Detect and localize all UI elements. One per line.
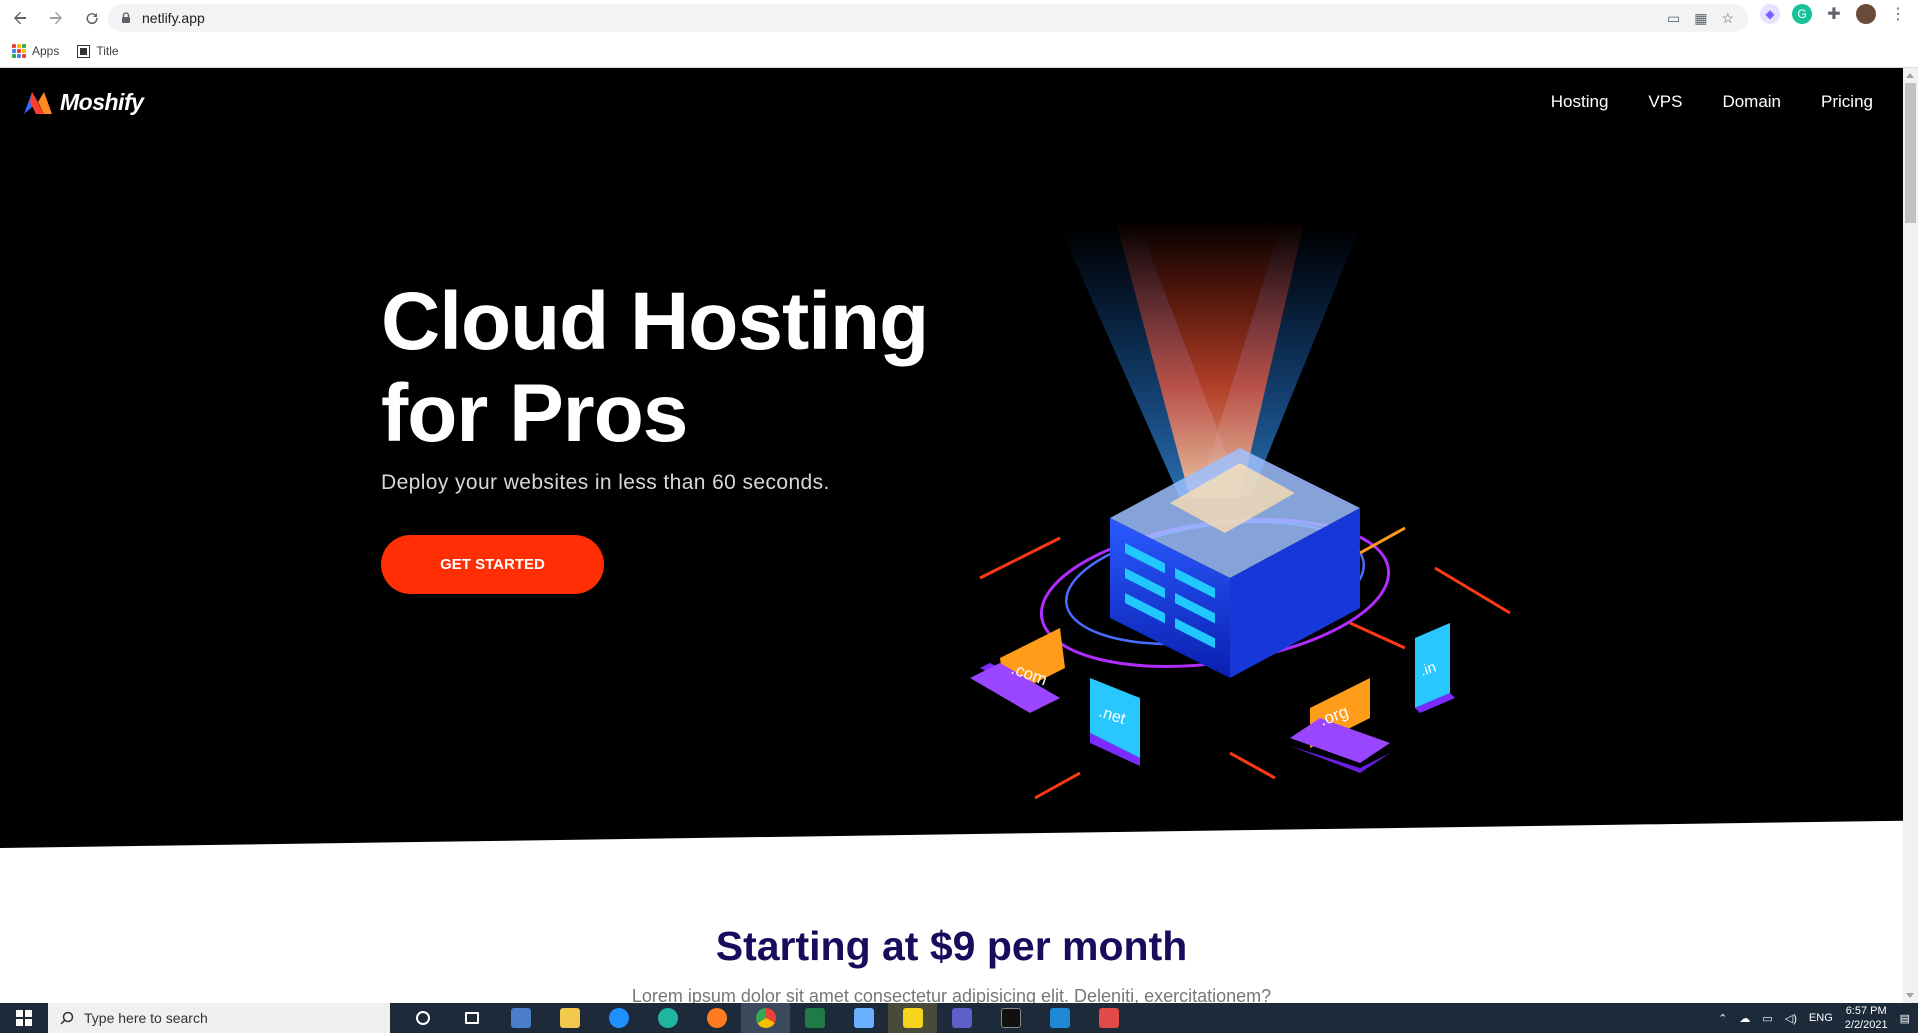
scroll-thumb[interactable] — [1905, 83, 1916, 223]
bookmark-title[interactable]: Title — [77, 44, 119, 58]
start-button[interactable] — [0, 1003, 48, 1033]
notepad-icon[interactable] — [839, 1003, 888, 1033]
streak — [1034, 771, 1081, 800]
file-explorer-icon[interactable] — [545, 1003, 594, 1033]
grammarly-icon[interactable]: G — [1792, 4, 1812, 24]
extension-icon[interactable]: ◆ — [1760, 4, 1780, 24]
nav-vps[interactable]: VPS — [1648, 92, 1682, 112]
calculator-icon[interactable] — [496, 1003, 545, 1033]
apps-grid-icon — [12, 44, 26, 58]
clock-date: 2/2/2021 — [1844, 1019, 1888, 1031]
bookmark-label: Title — [96, 44, 119, 58]
menu-kebab-icon[interactable]: ⋮ — [1888, 4, 1908, 24]
page-viewport: Moshify Hosting VPS Domain Pricing Cloud… — [0, 68, 1903, 1003]
language-indicator[interactable]: ENG — [1809, 1012, 1833, 1024]
streak — [1349, 621, 1406, 650]
main-nav: Hosting VPS Domain Pricing — [1551, 92, 1873, 112]
internet-explorer-icon[interactable] — [594, 1003, 643, 1033]
brand-logo-icon — [24, 92, 52, 114]
clock[interactable]: 6:57 PM 2/2/2021 — [1845, 1004, 1888, 1032]
bookmarks-bar: Apps Title — [12, 40, 119, 62]
sticky-notes-icon[interactable] — [888, 1003, 937, 1033]
pinned-apps — [398, 1003, 1133, 1033]
qr-code-icon[interactable]: ▦ — [1694, 10, 1707, 27]
phone-in: .in — [1415, 623, 1455, 713]
site-logo[interactable]: Moshify — [22, 88, 144, 116]
volume-icon[interactable]: ◁) — [1785, 1012, 1797, 1025]
search-placeholder: Type here to search — [84, 1010, 208, 1026]
pricing-title: Starting at $9 per month — [715, 923, 1188, 969]
reload-button[interactable] — [76, 2, 108, 34]
streak — [1229, 751, 1276, 780]
forward-button[interactable] — [40, 2, 72, 34]
back-button[interactable] — [4, 2, 36, 34]
network-icon[interactable]: ▭ — [1762, 1012, 1772, 1025]
page-scrollbar[interactable] — [1903, 68, 1918, 1003]
paint-icon[interactable] — [1084, 1003, 1133, 1033]
task-view-icon[interactable] — [447, 1003, 496, 1033]
system-tray: ⌃ ☁ ▭ ◁) ENG 6:57 PM 2/2/2021 ▤ — [1718, 1003, 1918, 1033]
browser-toolbar: netlify.app ▭ ▦ ☆ ◆ G ✚ ⋮ — [0, 0, 1918, 36]
star-icon[interactable]: ☆ — [1721, 10, 1734, 27]
address-bar[interactable]: netlify.app ▭ ▦ ☆ — [108, 4, 1748, 32]
server-illustration: .com .net .org .in — [970, 218, 1511, 800]
vscode-icon[interactable] — [1035, 1003, 1084, 1033]
streak — [1434, 566, 1511, 615]
reload-icon — [86, 13, 98, 25]
hero-section: Moshify Hosting VPS Domain Pricing Cloud… — [0, 68, 1903, 848]
arrow-right-icon — [50, 11, 62, 25]
lock-icon — [122, 12, 130, 23]
laptop-com: .com — [970, 628, 1065, 713]
edge-icon[interactable] — [643, 1003, 692, 1033]
hero-title-line2: for Pros — [381, 368, 688, 459]
windows-logo-icon — [16, 1010, 32, 1026]
scroll-down-arrow-icon[interactable] — [1906, 993, 1914, 998]
windows-taskbar: Type here to search ⌃ ☁ ▭ ◁) ENG 6:57 PM… — [0, 1003, 1918, 1033]
chrome-icon[interactable] — [741, 1003, 790, 1033]
hero-subtitle: Deploy your websites in less than 60 sec… — [381, 471, 830, 494]
teams-icon[interactable] — [937, 1003, 986, 1033]
omnibox-actions: ▭ ▦ ☆ — [1667, 10, 1734, 27]
bookmark-label: Apps — [32, 44, 60, 58]
browser-chrome: netlify.app ▭ ▦ ☆ ◆ G ✚ ⋮ Apps Title — [0, 0, 1918, 68]
nav-hosting[interactable]: Hosting — [1551, 92, 1609, 112]
search-icon — [60, 1011, 74, 1025]
firefox-icon[interactable] — [692, 1003, 741, 1033]
bookmark-page-icon — [77, 44, 91, 58]
profile-avatar[interactable] — [1856, 4, 1876, 24]
nav-domain[interactable]: Domain — [1722, 92, 1781, 112]
notifications-icon[interactable]: ▤ — [1900, 1012, 1910, 1025]
excel-icon[interactable] — [790, 1003, 839, 1033]
hero-title: Cloud Hosting for Pros — [381, 276, 1021, 460]
clock-time: 6:57 PM — [1845, 1005, 1887, 1017]
onedrive-icon[interactable]: ☁ — [1739, 1012, 1750, 1025]
extensions-area: ◆ G ✚ ⋮ — [1760, 4, 1908, 24]
pricing-subtitle: Lorem ipsum dolor sit amet consectetur a… — [631, 986, 1272, 1003]
laptop-org: .org — [1290, 678, 1390, 773]
streak — [979, 536, 1061, 580]
arrow-left-icon — [14, 11, 26, 25]
get-started-button[interactable]: GET STARTED — [381, 535, 604, 594]
scroll-up-arrow-icon[interactable] — [1906, 73, 1914, 78]
cast-icon[interactable]: ▭ — [1667, 10, 1680, 27]
nav-pricing[interactable]: Pricing — [1821, 92, 1873, 112]
cortana-icon[interactable] — [398, 1003, 447, 1033]
hero-title-line1: Cloud Hosting — [381, 276, 929, 367]
bookmark-apps[interactable]: Apps — [12, 44, 59, 58]
chevron-up-icon[interactable]: ⌃ — [1718, 1012, 1727, 1025]
puzzle-icon[interactable]: ✚ — [1824, 4, 1844, 24]
brand-name: Moshify — [60, 88, 144, 115]
url-text: netlify.app — [142, 10, 205, 26]
terminal-icon[interactable] — [986, 1003, 1035, 1033]
taskbar-search[interactable]: Type here to search — [48, 1003, 390, 1033]
tablet-net: .net — [1090, 678, 1140, 766]
